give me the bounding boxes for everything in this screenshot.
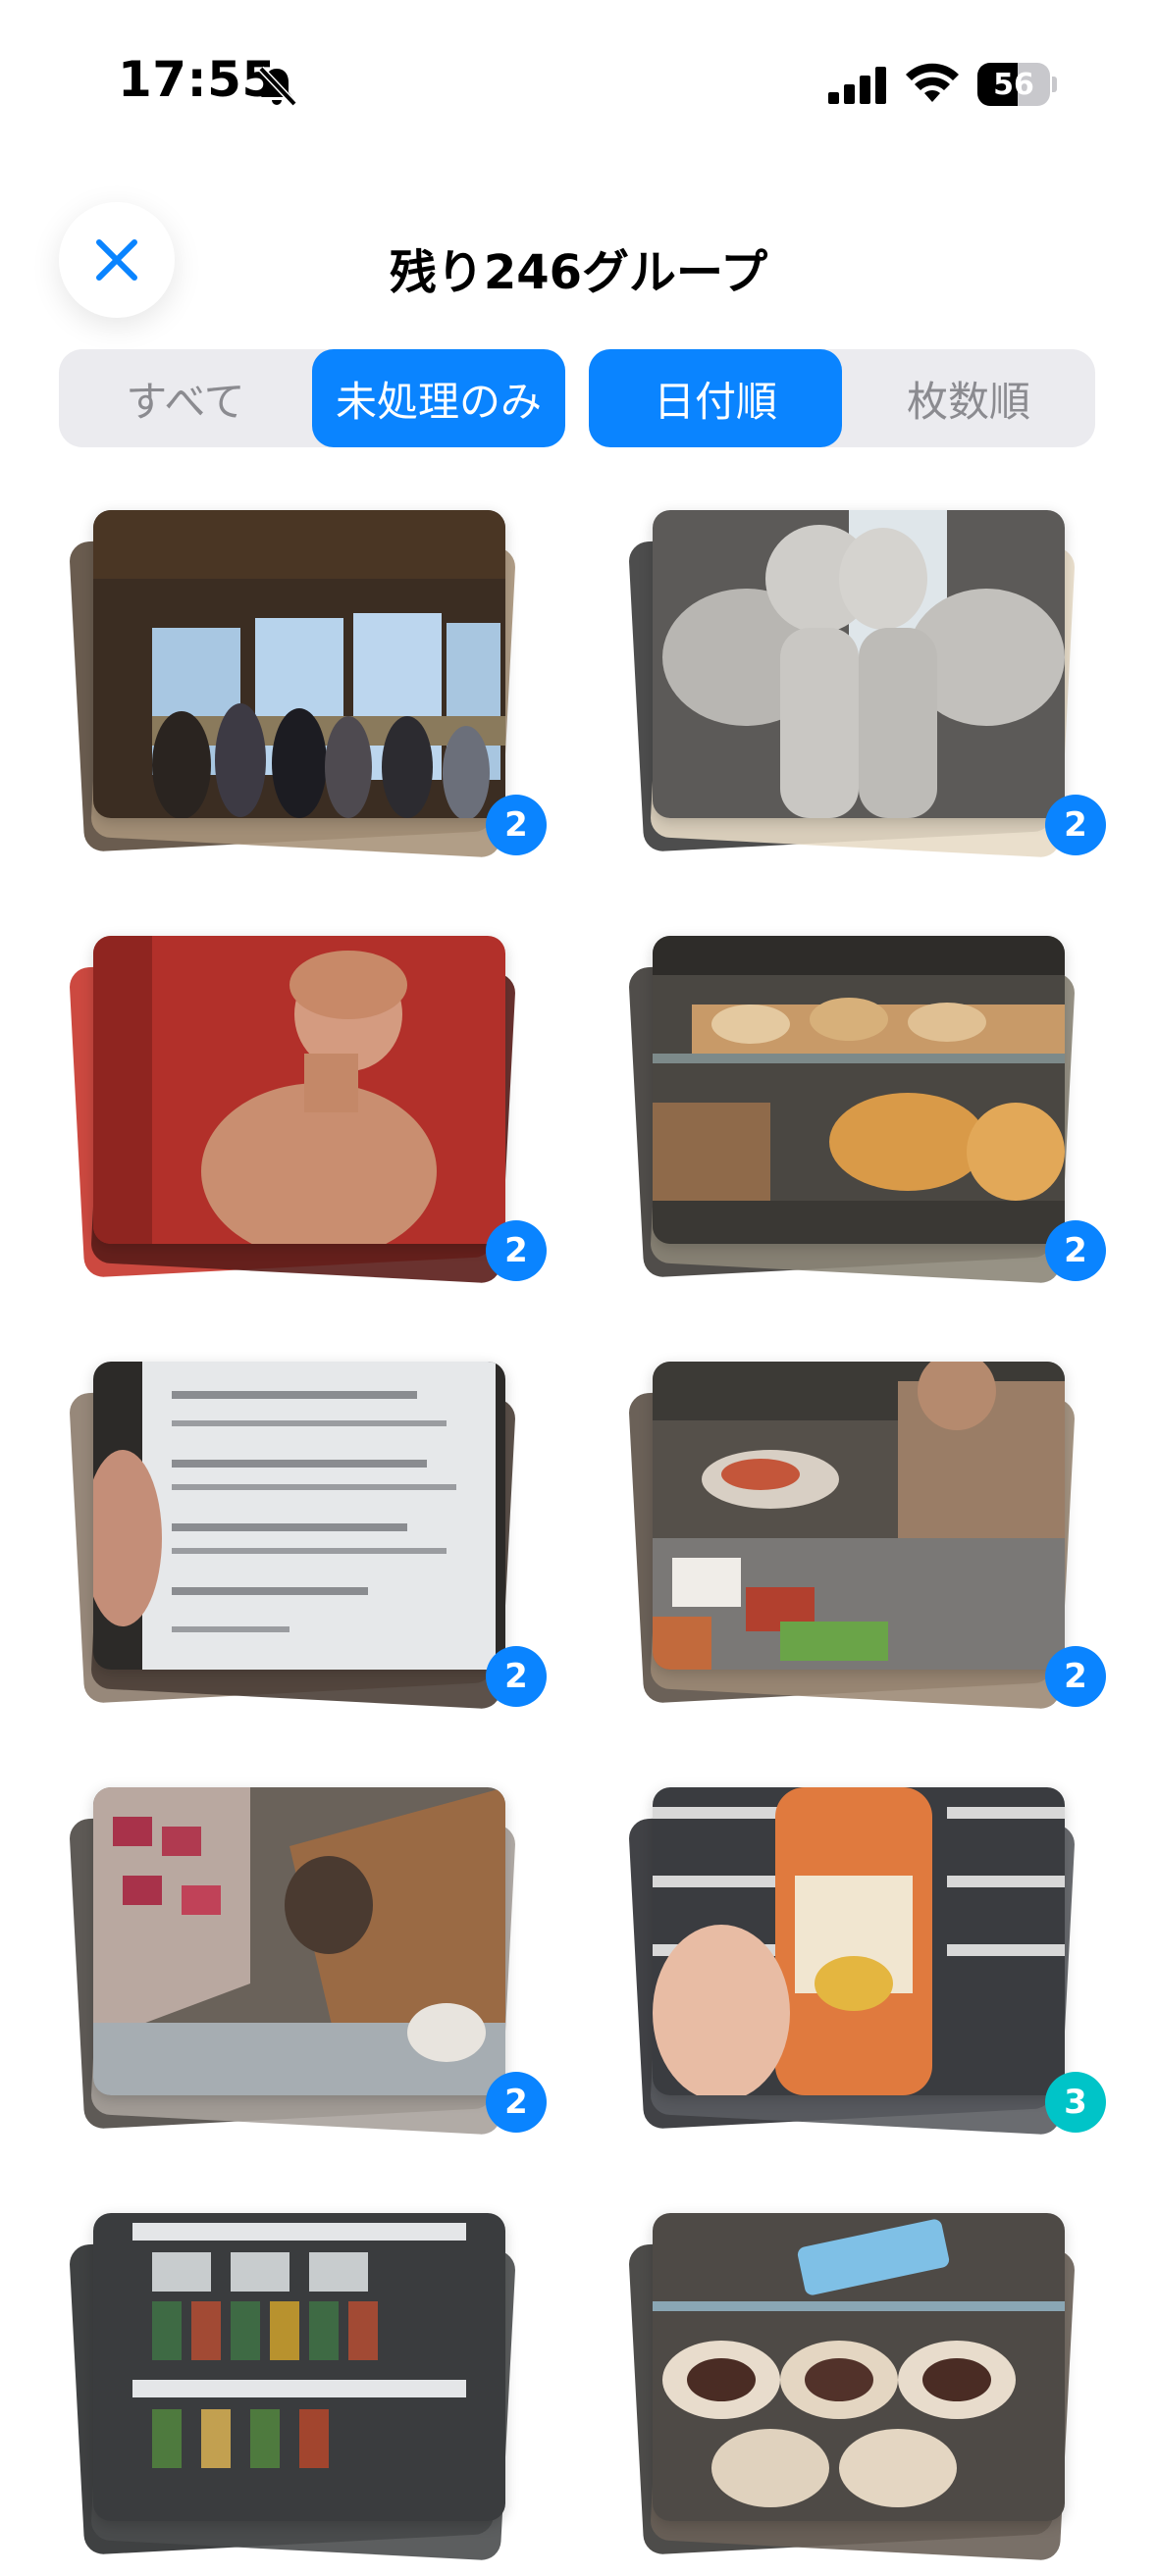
photo-thumbnail: [653, 1362, 1065, 1670]
photo-group-card[interactable]: 2: [59, 1787, 547, 2150]
photo-group-card[interactable]: 2: [618, 936, 1106, 1299]
photo-thumbnail: [653, 510, 1065, 818]
photo-group-card[interactable]: 2: [59, 510, 547, 873]
photo-thumbnail: [653, 1787, 1065, 2095]
photo-group-card[interactable]: 2: [59, 936, 547, 1299]
photo-thumbnail: [93, 936, 505, 1244]
photo-thumbnail: [93, 510, 505, 818]
photo-group-card[interactable]: 2: [59, 1362, 547, 1725]
photo-group-card[interactable]: [618, 2213, 1079, 2576]
photo-group-card[interactable]: 3: [618, 1787, 1106, 2150]
group-count-badge: 2: [486, 1646, 547, 1707]
photo-group-card[interactable]: 2: [618, 510, 1106, 873]
photo-group-card[interactable]: [59, 2213, 520, 2576]
photo-thumbnail: [93, 1362, 505, 1670]
photo-thumbnail: [653, 936, 1065, 1244]
group-count-badge: 2: [486, 2072, 547, 2133]
photo-thumbnail: [93, 2213, 505, 2521]
photo-group-card[interactable]: 2: [618, 1362, 1106, 1725]
photo-group-grid: 2 2 2 2 2 2 2 3: [0, 0, 1157, 2561]
photo-thumbnail: [93, 1787, 505, 2095]
group-count-badge: 2: [486, 795, 547, 855]
group-count-badge: 2: [1045, 1646, 1106, 1707]
group-count-badge: 2: [1045, 1220, 1106, 1281]
photo-thumbnail: [653, 2213, 1065, 2521]
group-count-badge: 2: [486, 1220, 547, 1281]
group-count-badge: 3: [1045, 2072, 1106, 2133]
group-count-badge: 2: [1045, 795, 1106, 855]
